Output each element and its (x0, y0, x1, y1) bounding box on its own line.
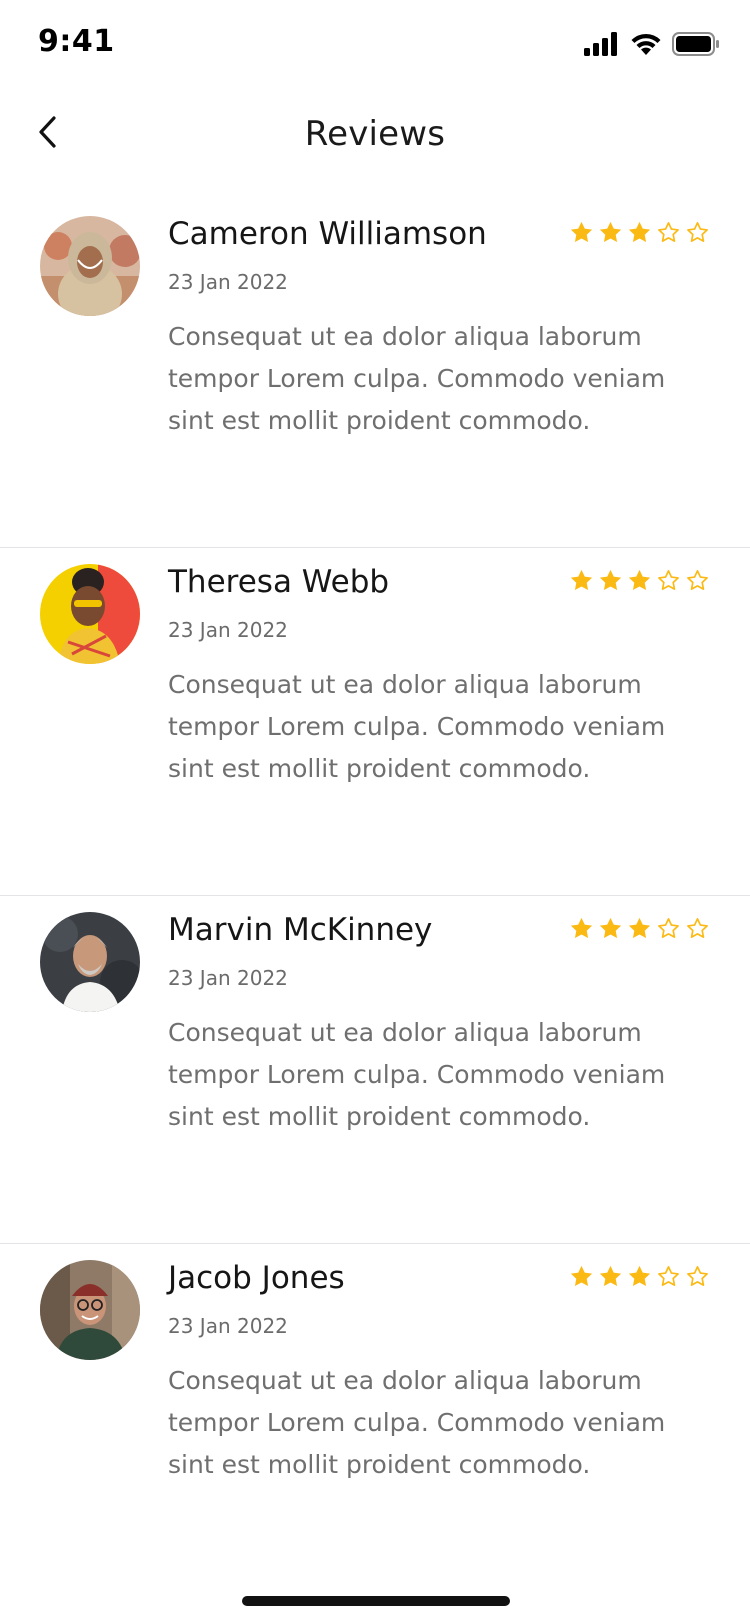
review-item: Marvin McKinney 23 Jan 2022 Consequat ut… (0, 896, 750, 1244)
review-date: 23 Jan 2022 (168, 618, 288, 642)
reviews-list: Cameron Williamson 23 Jan 2022 Consequat… (0, 200, 750, 1592)
review-date: 23 Jan 2022 (168, 1314, 288, 1338)
home-indicator (242, 1596, 510, 1606)
star-filled-icon (599, 1265, 622, 1286)
reviewer-name: Theresa Webb (168, 564, 390, 600)
page-title: Reviews (304, 114, 446, 154)
review-text: Consequat ut ea dolor aliqua laborum tem… (168, 670, 666, 783)
star-filled-icon (628, 569, 651, 590)
star-rating (569, 220, 710, 245)
status-icons (584, 32, 720, 56)
star-empty-icon (658, 222, 679, 242)
review-text: Consequat ut ea dolor aliqua laborum tem… (168, 322, 666, 435)
star-empty-icon (658, 570, 679, 590)
battery-icon (672, 32, 719, 56)
star-filled-icon (570, 917, 593, 938)
avatar[interactable] (40, 564, 140, 664)
star-empty-icon (687, 222, 708, 242)
star-filled-icon (570, 1265, 593, 1286)
wifi-icon (631, 33, 661, 55)
avatar[interactable] (40, 1260, 140, 1360)
avatar[interactable] (40, 912, 140, 1012)
header: Reviews (0, 96, 750, 176)
review-date: 23 Jan 2022 (168, 270, 288, 294)
review-item: Theresa Webb 23 Jan 2022 Consequat ut ea… (0, 548, 750, 896)
star-empty-icon (658, 918, 679, 938)
reviewer-name: Marvin McKinney (168, 912, 433, 948)
avatar[interactable] (40, 216, 140, 316)
review-item: Cameron Williamson 23 Jan 2022 Consequat… (0, 200, 750, 548)
star-empty-icon (658, 1266, 679, 1286)
star-empty-icon (687, 570, 708, 590)
star-filled-icon (599, 221, 622, 242)
star-filled-icon (570, 221, 593, 242)
reviewer-name: Cameron Williamson (168, 216, 487, 252)
review-date: 23 Jan 2022 (168, 966, 288, 990)
star-filled-icon (628, 917, 651, 938)
review-text: Consequat ut ea dolor aliqua laborum tem… (168, 1366, 666, 1479)
star-filled-icon (599, 569, 622, 590)
review-text: Consequat ut ea dolor aliqua laborum tem… (168, 1018, 666, 1131)
review-item: Jacob Jones 23 Jan 2022 Consequat ut ea … (0, 1244, 750, 1592)
star-filled-icon (628, 221, 651, 242)
status-bar: 9:41 (0, 0, 750, 92)
star-empty-icon (687, 1266, 708, 1286)
star-empty-icon (687, 918, 708, 938)
star-filled-icon (628, 1265, 651, 1286)
star-rating (569, 1264, 710, 1289)
signal-icon (584, 32, 617, 56)
star-rating (569, 568, 710, 593)
star-rating (569, 916, 710, 941)
reviewer-name: Jacob Jones (168, 1260, 345, 1296)
star-filled-icon (599, 917, 622, 938)
status-time: 9:41 (38, 24, 115, 59)
star-filled-icon (570, 569, 593, 590)
